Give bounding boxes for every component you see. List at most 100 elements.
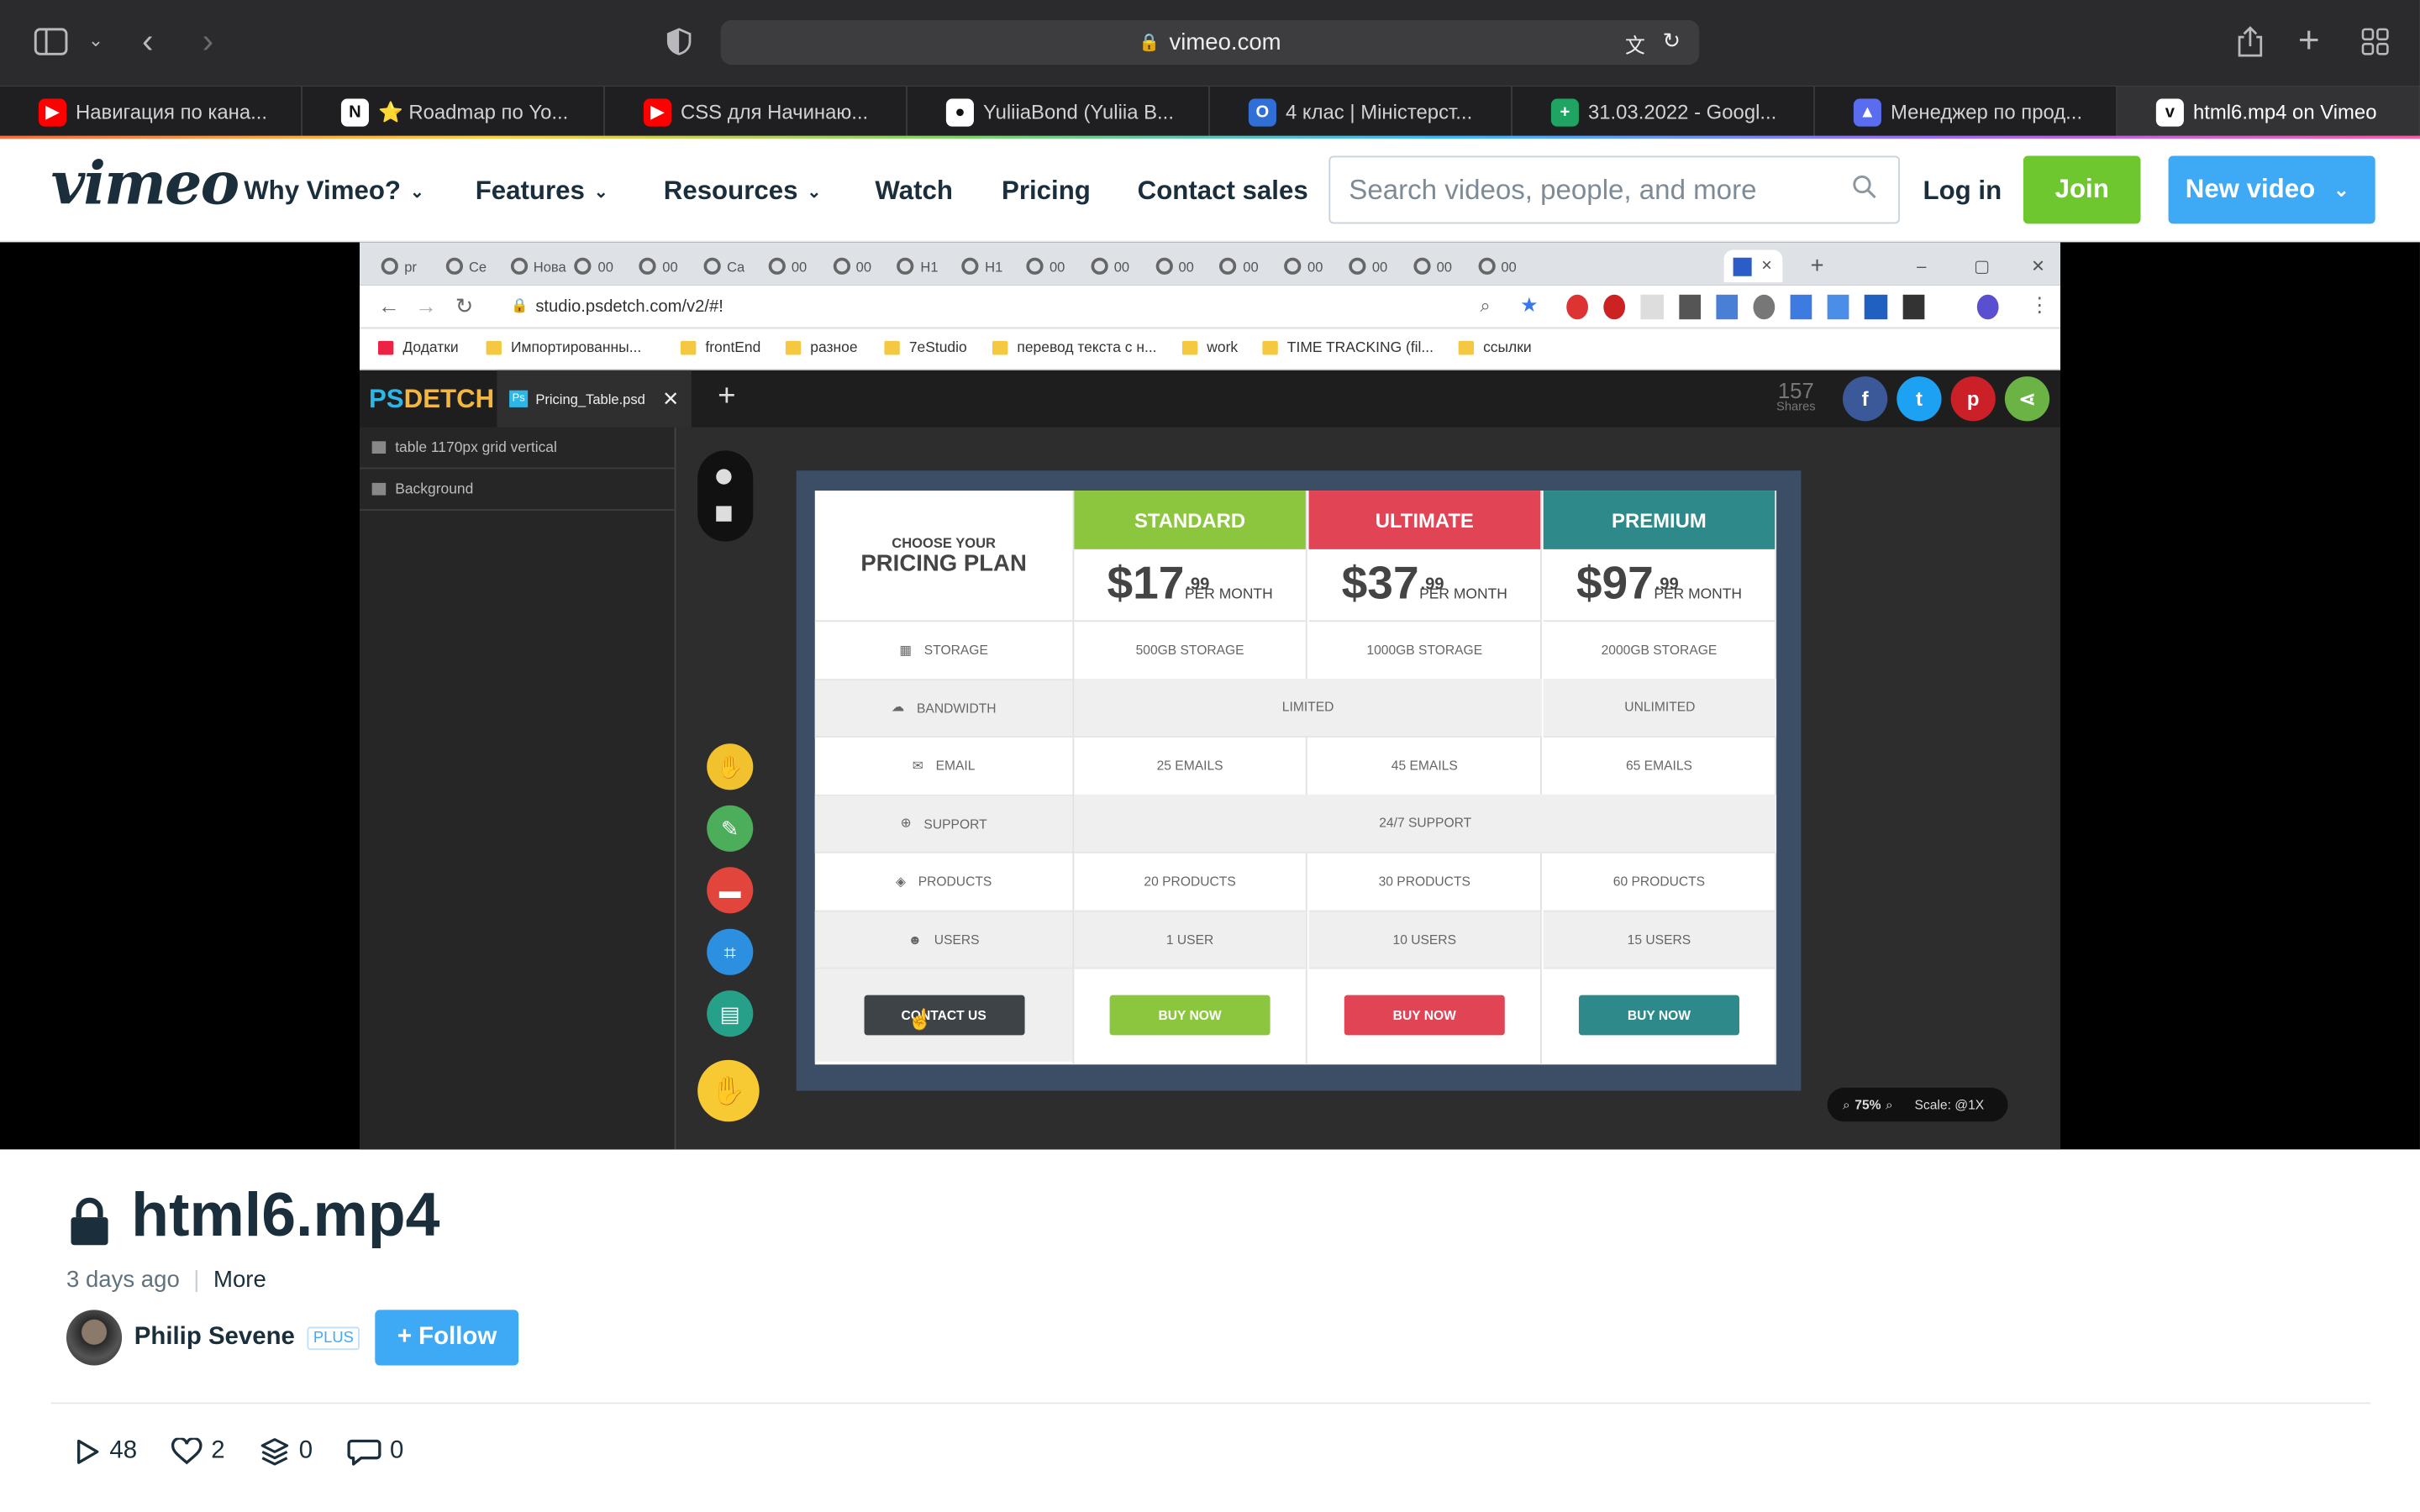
forward-icon[interactable]: › xyxy=(203,24,213,58)
privacy-shield-icon[interactable] xyxy=(666,28,692,60)
recorded-tab: H1 xyxy=(953,250,1014,283)
recorded-bookmarks-bar: Додатки Импортированны... frontEnd разное 7e… xyxy=(359,328,2060,370)
buy-now-button: BUY NOW xyxy=(1578,995,1739,1036)
comment-icon: ▤ xyxy=(707,990,754,1037)
browser-tab[interactable]: ▲ Менеджер по прод... xyxy=(1815,86,2118,138)
sidebar-toggle-icon[interactable] xyxy=(34,28,68,60)
video-player[interactable]: pr Ce Нова 00 00 Ca 00 00 H1 H1 00 00 00 00 00 00 00 00 ✕ +… xyxy=(0,242,2420,1150)
browser-tab-label: CSS для Начинаю... xyxy=(680,100,869,123)
browser-tab-label: ⭐ Roadmap по Yo... xyxy=(377,99,569,123)
browser-tab[interactable]: N ⭐ Roadmap по Yo... xyxy=(302,86,605,138)
logo-part-ps: PS xyxy=(368,384,404,414)
apps-grid-icon xyxy=(377,340,394,355)
chevron-down-icon: ⌄ xyxy=(807,182,822,202)
products-cell: 30 PRODUCTS xyxy=(1308,853,1541,911)
new-video-label: New video xyxy=(2185,174,2316,204)
nav-why-vimeo[interactable]: Why Vimeo? ⌄ xyxy=(244,176,424,207)
extension-icons xyxy=(1566,294,1999,320)
nav-features[interactable]: Features ⌄ xyxy=(476,176,608,207)
pricing-heading-big: PRICING PLAN xyxy=(860,549,1027,577)
psdetch-logo: PSDETCH xyxy=(369,384,494,415)
nav-resources[interactable]: Resources ⌄ xyxy=(664,176,822,207)
browser-tab[interactable]: ▶ Навигация по кана... xyxy=(0,86,302,138)
new-video-button[interactable]: New video ⌄ xyxy=(2168,155,2375,224)
close-icon: ✕ xyxy=(662,386,680,410)
pricing-heading: CHOOSE YOUR PRICING PLAN xyxy=(814,491,1073,622)
back-icon[interactable]: ‹ xyxy=(142,24,153,58)
search-placeholder: Search videos, people, and more xyxy=(1349,173,1757,205)
email-cell: 45 EMAILS xyxy=(1308,738,1541,795)
plan-column: PREMIUM $97.99 PER MONTH 2000GB STORAGE 65 E… xyxy=(1543,491,1777,1065)
join-button[interactable]: Join xyxy=(2023,155,2141,224)
reload-icon[interactable]: ↻ xyxy=(1663,28,1681,54)
price-dollars: $37 xyxy=(1341,558,1419,610)
recorded-tab: 00 xyxy=(759,250,820,283)
recorded-tab-label: Ca xyxy=(727,258,745,275)
folder-icon xyxy=(992,340,1008,355)
comments-stat[interactable]: 0 xyxy=(346,1438,403,1466)
collections-count: 0 xyxy=(298,1437,313,1465)
globe-icon xyxy=(768,257,786,275)
chevron-down-icon: ⌄ xyxy=(2333,179,2349,201)
address-bar[interactable]: 🔒 vimeo.com 文 ↻ xyxy=(720,19,1700,66)
meta-separator: | xyxy=(193,1266,200,1294)
browser-tab-strip: ▶ Навигация по кана... N ⭐ Roadmap по Yo...… xyxy=(0,86,2420,138)
avatar[interactable] xyxy=(66,1310,123,1366)
add-file-icon: + xyxy=(718,379,736,414)
likes-stat[interactable]: 2 xyxy=(171,1437,225,1466)
recorded-tab: 00 xyxy=(566,250,627,283)
mouse-cursor-icon: ☝ xyxy=(907,1007,933,1031)
browser-tab[interactable]: O 4 клас | Міністерст... xyxy=(1210,86,1512,138)
nav-watch[interactable]: Watch xyxy=(875,176,953,207)
nav-contact-sales[interactable]: Contact sales xyxy=(1138,176,1308,207)
chevron-down-icon: ⌄ xyxy=(593,182,608,202)
chevron-down-icon[interactable]: ⌄ xyxy=(88,31,103,50)
search-icon[interactable] xyxy=(1852,175,1876,207)
recorded-tab-label: 00 xyxy=(791,258,808,275)
feature-row: ✉ EMAIL xyxy=(814,738,1073,795)
plan-name: STANDARD xyxy=(1074,491,1306,549)
buy-now-button: BUY NOW xyxy=(1109,995,1270,1036)
contact-us-button: CONTACT US xyxy=(863,995,1024,1036)
browser-tab[interactable]: ▶ CSS для Начинаю... xyxy=(605,86,908,138)
plays-stat: 48 xyxy=(72,1438,137,1466)
price-period: PER MONTH xyxy=(1654,585,1743,603)
facebook-icon: f xyxy=(1843,376,1888,422)
address-url: vimeo.com xyxy=(1169,29,1281,56)
buy-row: BUY NOW xyxy=(1074,969,1306,1061)
browser-tab[interactable]: v html6.mp4 on Vimeo xyxy=(2117,86,2420,138)
ruler-icon: ▬ xyxy=(707,867,754,914)
products-cell: 20 PRODUCTS xyxy=(1074,853,1306,911)
browser-tab-label: Менеджер по прод... xyxy=(1890,100,2083,123)
recorded-tab-label: 00 xyxy=(1371,258,1388,275)
more-link[interactable]: More xyxy=(213,1267,266,1293)
follow-button[interactable]: + Follow xyxy=(375,1310,519,1366)
collections-stat[interactable]: 0 xyxy=(259,1436,313,1467)
browser-tab[interactable]: ● YuliiaBond (Yuliia B... xyxy=(908,86,1210,138)
search-input[interactable]: Search videos, people, and more xyxy=(1328,155,1900,224)
price-dollars: $17 xyxy=(1107,558,1185,610)
bookmark-label: Импортированны... xyxy=(510,339,642,357)
new-tab-icon[interactable]: + xyxy=(2298,23,2320,60)
bookmark-item: ссылки xyxy=(1458,339,1532,356)
comment-icon xyxy=(346,1439,381,1466)
owner-name[interactable]: Philip Sevene xyxy=(134,1324,295,1352)
share-icon[interactable] xyxy=(2236,24,2264,63)
lock-icon: 🔒 xyxy=(510,297,529,313)
psd-tab-label: Pricing_Table.psd xyxy=(535,391,645,407)
recorded-tab: 00 xyxy=(1275,250,1336,283)
recorded-tab-label: 00 xyxy=(1178,258,1194,275)
translate-icon[interactable]: 文 xyxy=(1625,29,1645,59)
tab-overview-icon[interactable] xyxy=(2361,28,2389,60)
recorded-tab-label: 00 xyxy=(597,258,613,275)
login-link[interactable]: Log in xyxy=(1923,176,2002,207)
vimeo-logo[interactable]: vimeo xyxy=(51,148,240,218)
video-meta: 3 days ago | More xyxy=(66,1267,266,1293)
nav-pricing[interactable]: Pricing xyxy=(1002,176,1091,207)
folder-icon xyxy=(680,340,697,355)
globe-icon xyxy=(1477,257,1496,275)
feature-row: ☻ USERS xyxy=(814,911,1073,969)
page: ⌄ ‹ › 🔒 vimeo.com 文 ↻ + ▶ Навигация по ка… xyxy=(0,0,2420,1512)
browser-tab[interactable]: +31.03.2022 - Googl... xyxy=(1512,86,1815,138)
bookmark-item: frontEnd xyxy=(680,339,760,356)
